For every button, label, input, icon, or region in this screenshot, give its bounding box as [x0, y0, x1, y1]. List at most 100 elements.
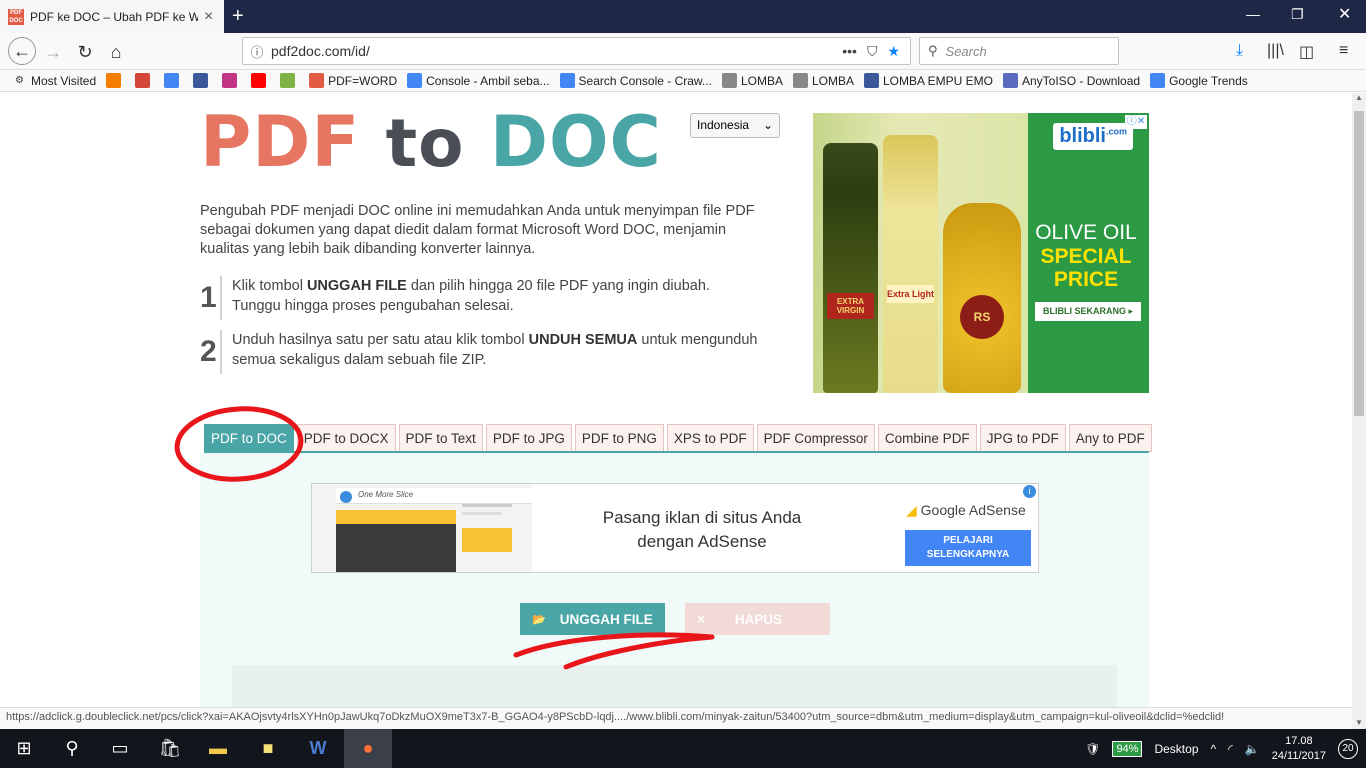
- ad-cta-button[interactable]: BLIBLI SEKARANG ▸: [1035, 302, 1142, 321]
- notifications-icon[interactable]: 20: [1338, 738, 1358, 759]
- adsense-ad-banner[interactable]: One More Slice Pasang iklan di situs And…: [311, 483, 1039, 573]
- bookmark-item[interactable]: Search Console - Craw...: [559, 73, 712, 88]
- step-2: 2 Unduh hasilnya satu per satu atau klik…: [200, 330, 760, 374]
- tab-jpg-to-pdf[interactable]: JPG to PDF: [979, 424, 1066, 452]
- home-icon[interactable]: ⌂: [103, 39, 129, 65]
- pocket-icon[interactable]: ⛉: [867, 43, 878, 60]
- bookmark-label: LOMBA EMPU EMO: [882, 73, 993, 88]
- bookmark-item[interactable]: [193, 73, 212, 88]
- clock[interactable]: 17.08 24/11/2017: [1272, 734, 1326, 764]
- blog-preview-image: One More Slice: [312, 484, 532, 572]
- restore-icon[interactable]: ❐: [1291, 6, 1304, 23]
- tab-pdf-to-text[interactable]: PDF to Text: [398, 424, 483, 452]
- clear-button[interactable]: × HAPUS: [685, 603, 830, 635]
- site-info-icon[interactable]: ⓘ: [243, 42, 271, 61]
- bookmark-item[interactable]: [164, 73, 183, 88]
- minimize-icon[interactable]: —: [1246, 6, 1260, 22]
- firefox-icon[interactable]: ●: [344, 729, 392, 768]
- page-scrollbar[interactable]: ▲ ▼: [1352, 93, 1366, 729]
- url-bar[interactable]: ⓘ pdf2doc.com/id/ ••• ⛉ ★: [242, 37, 911, 65]
- store-icon[interactable]: 🛍: [146, 729, 194, 768]
- learn-more-button[interactable]: PELAJARI SELENGKAPNYA: [905, 530, 1031, 566]
- adsense-message: Pasang iklan di situs Anda dengan AdSens…: [602, 508, 802, 551]
- wifi-icon[interactable]: ◜: [1228, 742, 1233, 756]
- menu-icon[interactable]: ≡: [1339, 42, 1348, 60]
- file-drop-zone[interactable]: [232, 665, 1117, 707]
- tab-pdf-compressor[interactable]: PDF Compressor: [756, 424, 875, 452]
- bookmark-item[interactable]: Google Trends: [1150, 73, 1248, 88]
- blibli-ad-banner[interactable]: EXTRA VIRGIN Extra Light RS blibli.com ⓘ…: [813, 113, 1149, 393]
- step-1: 1 Klik tombol UNGGAH FILE dan pilih hing…: [200, 276, 760, 320]
- chevron-down-icon: ⌄: [762, 118, 773, 132]
- library-icon[interactable]: |||\: [1267, 42, 1284, 60]
- tab-pdf-to-doc[interactable]: PDF to DOC: [204, 424, 294, 452]
- tab-title: PDF ke DOC – Ubah PDF ke Wo: [30, 9, 198, 24]
- bookmark-label: Most Visited: [31, 73, 97, 88]
- tab-xps-to-pdf[interactable]: XPS to PDF: [666, 424, 754, 452]
- pdf2doc-favicon: PDF DOC: [8, 8, 24, 25]
- bookmark-item[interactable]: [135, 73, 154, 88]
- chevron-up-icon[interactable]: ^: [1211, 742, 1217, 756]
- browser-tab[interactable]: PDF DOC PDF ke DOC – Ubah PDF ke Wo ×: [0, 0, 224, 33]
- start-icon[interactable]: ⊞: [0, 729, 48, 768]
- scrollbar-thumb[interactable]: [1354, 111, 1364, 416]
- lomba-icon: [792, 73, 808, 88]
- search-input[interactable]: ⚲ Search: [919, 37, 1119, 65]
- bookmark-item[interactable]: [222, 73, 241, 88]
- instagram-icon: [222, 73, 238, 88]
- bookmark-item[interactable]: ⚙ Most Visited: [12, 73, 96, 88]
- bookmark-item[interactable]: Console - Ambil seba...: [407, 73, 550, 88]
- bookmark-item[interactable]: LOMBA: [792, 73, 854, 88]
- bookmark-star-icon[interactable]: ★: [887, 43, 900, 60]
- folder-open-icon: 📂: [532, 613, 546, 626]
- close-tab-icon[interactable]: ×: [204, 8, 213, 26]
- tab-combine-pdf[interactable]: Combine PDF: [877, 424, 977, 452]
- page-actions-icon[interactable]: •••: [842, 43, 857, 60]
- desktop-toolbar[interactable]: Desktop: [1154, 742, 1198, 756]
- bookmark-item[interactable]: LOMBA: [721, 73, 783, 88]
- language-value: Indonesia: [697, 118, 750, 132]
- pdf-icon: [309, 73, 325, 88]
- tab-pdf-to-jpg[interactable]: PDF to JPG: [485, 424, 572, 452]
- upload-label: UNGGAH FILE: [559, 611, 653, 627]
- close-window-icon[interactable]: ✕: [1338, 4, 1351, 24]
- bookmark-item[interactable]: [251, 73, 270, 88]
- downloads-icon[interactable]: ⤓: [1236, 42, 1243, 60]
- new-tab-icon[interactable]: +: [232, 5, 244, 28]
- step-number: 1: [200, 276, 222, 320]
- ad-info-icon[interactable]: i: [1023, 485, 1036, 498]
- word-icon[interactable]: W: [294, 729, 342, 768]
- ad-close-icon[interactable]: ⓘ✕: [1125, 115, 1147, 129]
- search-icon[interactable]: ⚲: [48, 729, 96, 768]
- bookmark-item[interactable]: AnyToISO - Download: [1003, 73, 1140, 88]
- bookmark-item[interactable]: PDF=WORD: [309, 73, 397, 88]
- step-text: Unduh hasilnya satu per satu atau klik t…: [232, 332, 758, 368]
- upload-file-button[interactable]: 📂 UNGGAH FILE: [520, 603, 665, 635]
- tab-pdf-to-docx[interactable]: PDF to DOCX: [296, 424, 396, 452]
- reload-icon[interactable]: ↻: [72, 39, 98, 65]
- bookmark-item[interactable]: LOMBA EMPU EMO: [863, 73, 993, 88]
- tab-pdf-to-png[interactable]: PDF to PNG: [574, 424, 664, 452]
- forward-icon[interactable]: →: [40, 39, 66, 65]
- windows-taskbar: ⊞ ⚲ ▭ 🛍 ▬ ■ W ● 🛡 94% Desktop ^ ◜ 🔈 17.0…: [0, 729, 1366, 768]
- tab-any-to-pdf[interactable]: Any to PDF: [1068, 424, 1152, 452]
- sidebar-icon[interactable]: ◫: [1299, 42, 1314, 62]
- file-explorer-icon[interactable]: ▬: [194, 729, 242, 768]
- volume-icon[interactable]: 🔈: [1245, 742, 1260, 756]
- facebook-icon: [863, 73, 879, 88]
- pdf-to-doc-logo[interactable]: PDF to DOC: [200, 107, 662, 179]
- gmail-icon: [135, 73, 151, 88]
- back-icon[interactable]: ←: [8, 37, 36, 65]
- step-text: Klik tombol UNGGAH FILE dan pilih hingga…: [232, 278, 710, 314]
- bookmark-item[interactable]: [106, 73, 125, 88]
- intro-text: Pengubah PDF menjadi DOC online ini memu…: [200, 203, 755, 257]
- task-view-icon[interactable]: ▭: [96, 729, 144, 768]
- anytoiso-icon: [1003, 73, 1018, 88]
- bookmark-item[interactable]: [280, 73, 299, 88]
- language-select[interactable]: Indonesia ⌄: [690, 113, 780, 138]
- url-text[interactable]: pdf2doc.com/id/: [271, 43, 842, 59]
- battery-indicator[interactable]: 94%: [1112, 740, 1143, 757]
- security-icon[interactable]: 🛡: [1085, 742, 1100, 756]
- sticky-notes-icon[interactable]: ■: [244, 729, 292, 768]
- converter-tabs: PDF to DOC PDF to DOCX PDF to Text PDF to J…: [204, 424, 1152, 452]
